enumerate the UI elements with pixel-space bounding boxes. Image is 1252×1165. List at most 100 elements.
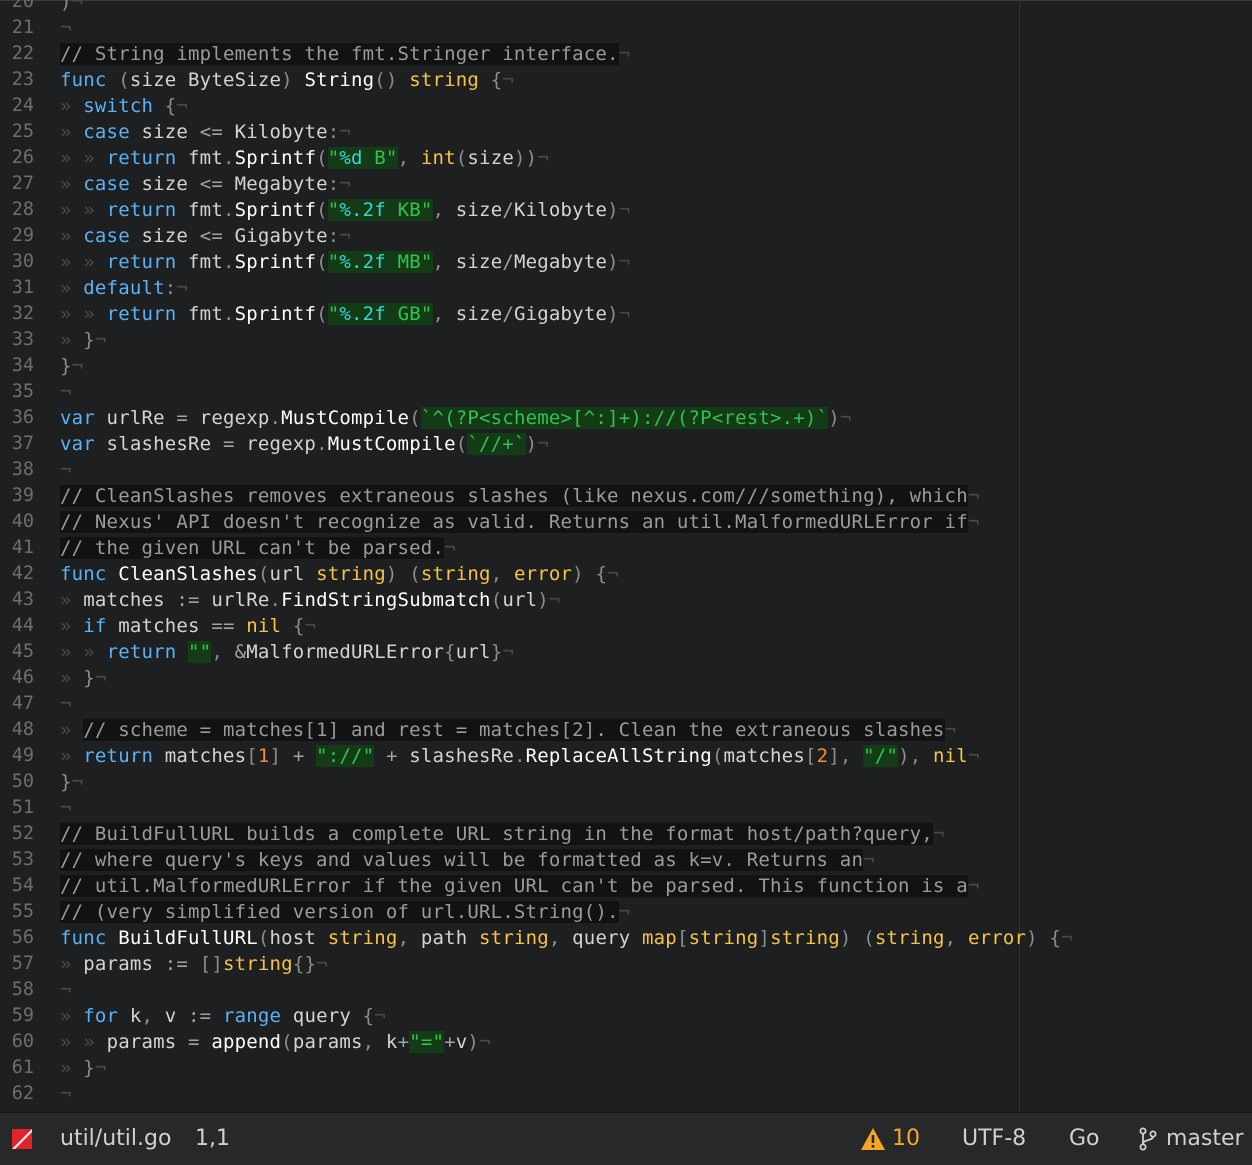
- line-number[interactable]: 58: [0, 977, 34, 1003]
- line-number[interactable]: 56: [0, 925, 34, 951]
- line-number[interactable]: 59: [0, 1003, 34, 1029]
- line-number[interactable]: 62: [0, 1081, 34, 1107]
- line-number[interactable]: 46: [0, 665, 34, 691]
- line-number[interactable]: 36: [0, 405, 34, 431]
- line-number[interactable]: 52: [0, 821, 34, 847]
- line-number[interactable]: 57: [0, 951, 34, 977]
- code-line[interactable]: ¬: [60, 977, 72, 1003]
- code-line[interactable]: » }¬: [60, 327, 107, 353]
- code-token: ¬: [71, 355, 84, 377]
- code-line[interactable]: ¬: [60, 795, 72, 821]
- code-line[interactable]: // String implements the fmt.Stringer in…: [60, 41, 630, 67]
- line-number[interactable]: 45: [0, 639, 34, 665]
- git-branch[interactable]: master: [1138, 1113, 1244, 1165]
- code-line[interactable]: func BuildFullURL(host string, path stri…: [60, 925, 1073, 951]
- line-number[interactable]: 32: [0, 301, 34, 327]
- code-line[interactable]: » » return fmt.Sprintf("%.2f GB", size/G…: [60, 301, 630, 327]
- cursor-position[interactable]: 1,1: [195, 1113, 230, 1165]
- code-token: size: [444, 199, 503, 221]
- line-number[interactable]: 43: [0, 587, 34, 613]
- code-line[interactable]: var urlRe = regexp.MustCompile(`^(?P<sch…: [60, 405, 852, 431]
- red-square-icon[interactable]: [12, 1129, 32, 1149]
- line-number[interactable]: 28: [0, 197, 34, 223]
- line-number[interactable]: 25: [0, 119, 34, 145]
- code-line[interactable]: // Nexus' API doesn't recognize as valid…: [60, 509, 979, 535]
- code-line[interactable]: » for k, v := range query {¬: [60, 1003, 386, 1029]
- line-number[interactable]: 51: [0, 795, 34, 821]
- code-line[interactable]: » case size <= Megabyte:¬: [60, 171, 351, 197]
- line-number[interactable]: 35: [0, 379, 34, 405]
- line-number[interactable]: 40: [0, 509, 34, 535]
- code-line[interactable]: » // scheme = matches[1] and rest = matc…: [60, 717, 956, 743]
- line-number[interactable]: 22: [0, 41, 34, 67]
- line-number[interactable]: 49: [0, 743, 34, 769]
- file-path[interactable]: util/util.go: [60, 1113, 171, 1165]
- code-token: fmt: [176, 147, 223, 169]
- code-line[interactable]: » return matches[1] + "://" + slashesRe.…: [60, 743, 980, 769]
- code-line[interactable]: » » return fmt.Sprintf("%.2f MB", size/M…: [60, 249, 630, 275]
- code-line[interactable]: // the given URL can't be parsed.¬: [60, 535, 456, 561]
- line-number[interactable]: 42: [0, 561, 34, 587]
- line-number-gutter[interactable]: 20 21 22 23 24 25 26 27 28 29 30 31 32 33 34 35 36 37 38 39…: [0, 0, 52, 1112]
- code-line[interactable]: ¬: [60, 1081, 72, 1107]
- line-number[interactable]: 21: [0, 15, 34, 41]
- code-line[interactable]: // (very simplified version of url.URL.S…: [60, 899, 630, 925]
- line-number[interactable]: 38: [0, 457, 34, 483]
- line-number[interactable]: 53: [0, 847, 34, 873]
- code-line[interactable]: » case size <= Gigabyte:¬: [60, 223, 351, 249]
- code-line[interactable]: // CleanSlashes removes extraneous slash…: [60, 483, 979, 509]
- code-line[interactable]: » params := []string{}¬: [60, 951, 328, 977]
- line-number[interactable]: 24: [0, 93, 34, 119]
- encoding-selector[interactable]: UTF-8: [962, 1113, 1026, 1165]
- code-line[interactable]: }¬: [60, 769, 83, 795]
- line-number[interactable]: 26: [0, 145, 34, 171]
- code-line[interactable]: » }¬: [60, 1055, 107, 1081]
- line-number[interactable]: 30: [0, 249, 34, 275]
- line-number[interactable]: 47: [0, 691, 34, 717]
- code-line[interactable]: » default:¬: [60, 275, 188, 301]
- code-line[interactable]: // BuildFullURL builds a complete URL st…: [60, 821, 945, 847]
- code-line[interactable]: ¬: [60, 457, 72, 483]
- warnings-indicator[interactable]: 10: [860, 1113, 920, 1165]
- code-line[interactable]: var slashesRe = regexp.MustCompile(`//+`…: [60, 431, 549, 457]
- code-line[interactable]: » » return "", &MalformedURLError{url}¬: [60, 639, 514, 665]
- code-line[interactable]: » matches := urlRe.FindStringSubmatch(ur…: [60, 587, 561, 613]
- code-line[interactable]: // where query's keys and values will be…: [60, 847, 875, 873]
- line-number[interactable]: 54: [0, 873, 34, 899]
- line-number[interactable]: 20: [0, 0, 34, 15]
- line-number[interactable]: 39: [0, 483, 34, 509]
- line-number[interactable]: 55: [0, 899, 34, 925]
- code-line[interactable]: » » return fmt.Sprintf("%.2f KB", size/K…: [60, 197, 630, 223]
- line-number[interactable]: 37: [0, 431, 34, 457]
- code-line[interactable]: » » params = append(params, k+"="+v)¬: [60, 1029, 491, 1055]
- code-line[interactable]: » }¬: [60, 665, 107, 691]
- line-number[interactable]: 34: [0, 353, 34, 379]
- code-line[interactable]: func (size ByteSize) String() string {¬: [60, 67, 514, 93]
- line-number[interactable]: 33: [0, 327, 34, 353]
- grammar-selector[interactable]: Go: [1069, 1113, 1100, 1165]
- line-number[interactable]: 29: [0, 223, 34, 249]
- line-number[interactable]: 48: [0, 717, 34, 743]
- line-number[interactable]: 23: [0, 67, 34, 93]
- code-line[interactable]: » if matches == nil {¬: [60, 613, 316, 639]
- code-line[interactable]: ¬: [60, 15, 72, 41]
- code-line[interactable]: ¬: [60, 379, 72, 405]
- line-number[interactable]: 31: [0, 275, 34, 301]
- code-line[interactable]: » switch {¬: [60, 93, 188, 119]
- code-line[interactable]: )¬: [60, 0, 83, 15]
- line-number[interactable]: 50: [0, 769, 34, 795]
- code-line[interactable]: ¬: [60, 691, 72, 717]
- code-line[interactable]: func CleanSlashes(url string) (string, e…: [60, 561, 619, 587]
- line-number[interactable]: 44: [0, 613, 34, 639]
- code-token: ): [385, 563, 398, 585]
- code-line[interactable]: // util.MalformedURLError if the given U…: [60, 873, 979, 899]
- code-line[interactable]: » » return fmt.Sprintf("%d B", int(size)…: [60, 145, 549, 171]
- line-number[interactable]: 60: [0, 1029, 34, 1055]
- code-editor[interactable]: 20 21 22 23 24 25 26 27 28 29 30 31 32 33 34 35 36 37 38 39…: [0, 0, 1252, 1112]
- line-number[interactable]: 61: [0, 1055, 34, 1081]
- line-number[interactable]: 27: [0, 171, 34, 197]
- line-number[interactable]: 41: [0, 535, 34, 561]
- code-line[interactable]: » case size <= Kilobyte:¬: [60, 119, 351, 145]
- code-line[interactable]: }¬: [60, 353, 83, 379]
